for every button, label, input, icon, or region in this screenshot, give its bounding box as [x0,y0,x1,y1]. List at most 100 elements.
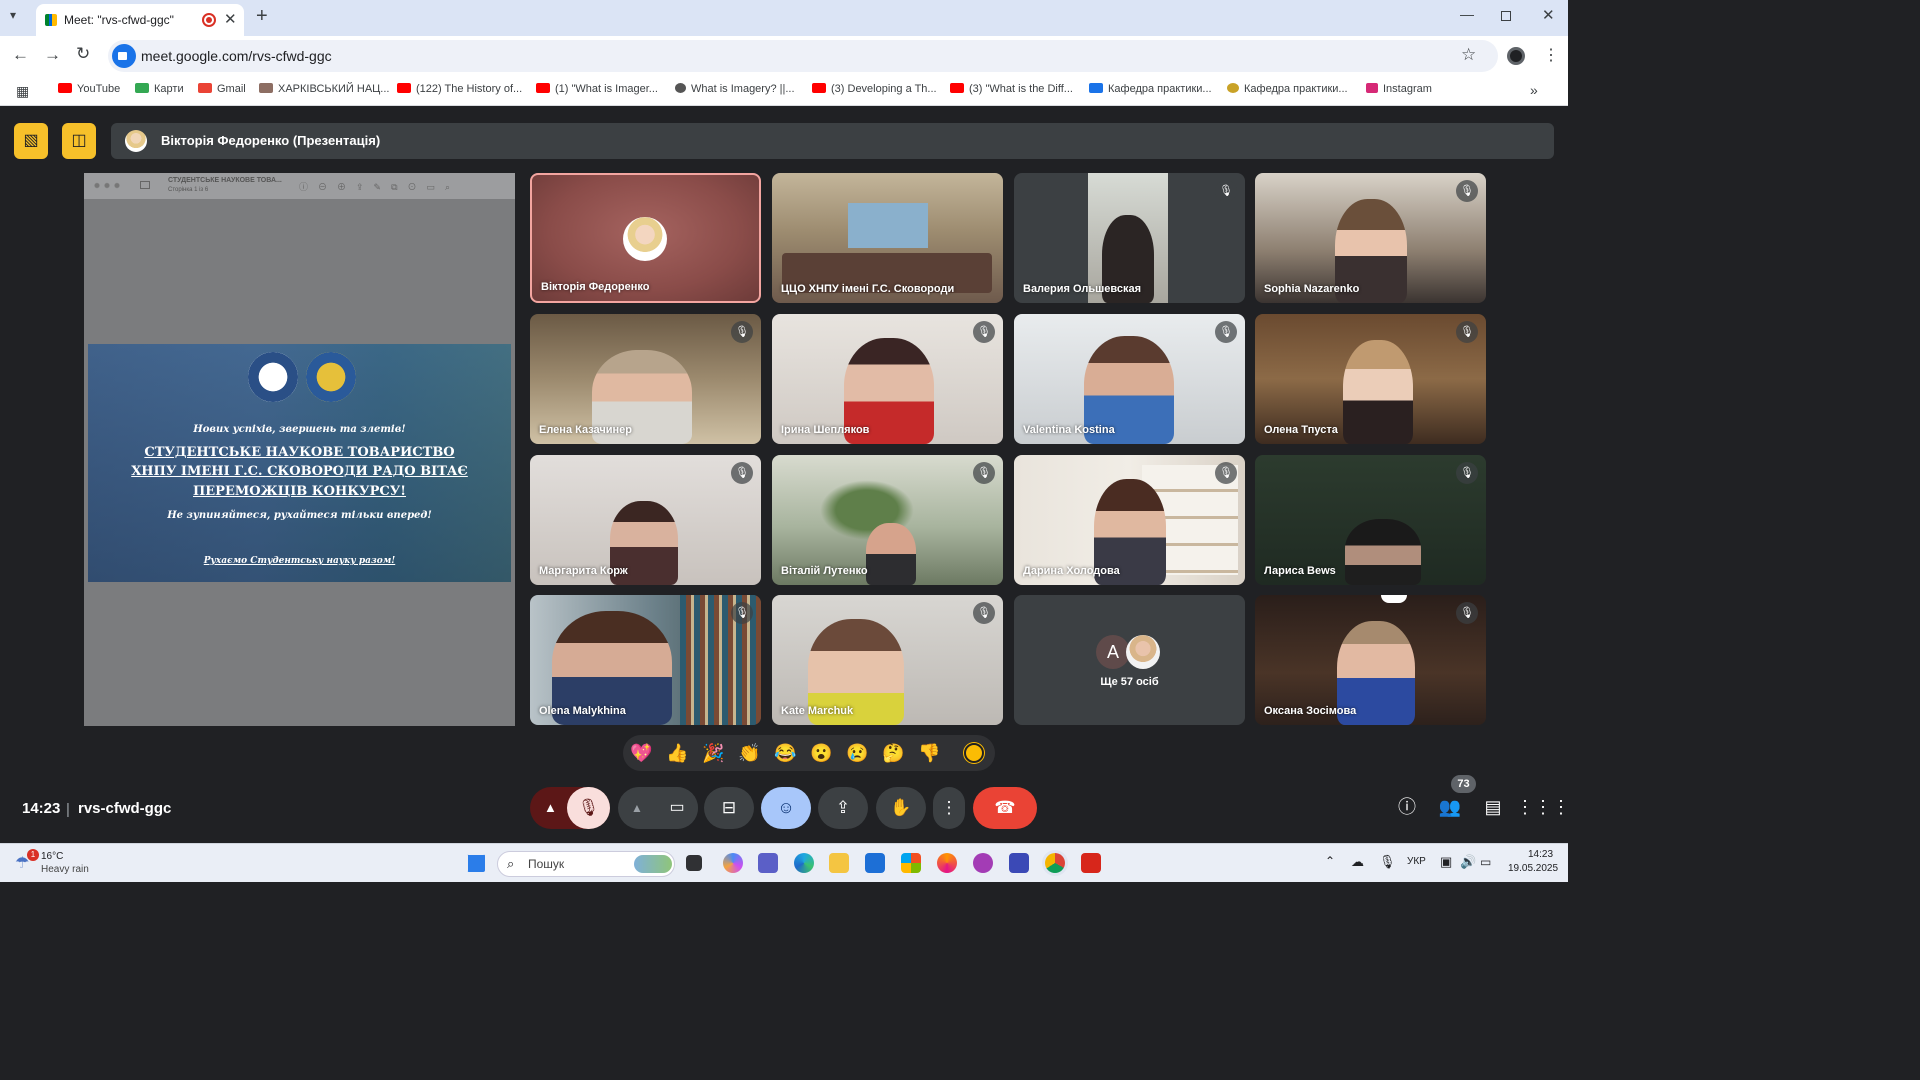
browser-menu-icon[interactable]: ⋮ [1543,45,1559,65]
bookmark-item[interactable]: (3) "What is the Diff... [950,83,1073,95]
participant-tile[interactable]: 🎙 Ірина Шепляков [772,314,1003,444]
reload-icon[interactable]: ↻ [76,44,90,64]
bookmark-star-icon[interactable]: ☆ [1461,45,1476,65]
hide-presentation-button[interactable]: ▧ [14,123,48,159]
participant-tile[interactable]: 🎙 Sophia Nazarenko [1255,173,1486,303]
raise-hand-button[interactable]: ✋ [876,787,926,829]
start-windows-icon[interactable] [467,854,485,872]
firefox-icon[interactable] [937,853,957,873]
mic-off-icon[interactable]: 🎙 [567,787,610,829]
reaction-thumbs-down[interactable]: 👎 [918,741,940,765]
apps-grid-icon[interactable]: ▦ [16,83,29,100]
edge-icon[interactable] [794,853,814,873]
bookmark-item[interactable]: Кафедра практики... [1089,83,1212,95]
bookmark-item[interactable]: (1) "What is Imager... [536,83,658,95]
close-tab-icon[interactable]: ✕ [224,10,237,28]
store-icon[interactable] [901,853,921,873]
bookmark-item[interactable]: Gmail [198,83,246,95]
participant-tile[interactable]: 🎙 Valentina Kostina [1014,314,1245,444]
bookmark-item[interactable]: (3) Developing a Th... [812,83,937,95]
participant-tile[interactable]: 🎙 Дарина Холодова [1014,455,1245,585]
file-explorer-icon[interactable] [829,853,849,873]
participant-tile[interactable]: ЦЦО ХНПУ імені Г.С. Сковороди [772,173,1003,303]
participant-tile[interactable]: 🎙 Віталій Лутенко [772,455,1003,585]
reaction-surprised[interactable]: 😮 [810,741,832,765]
teams-icon[interactable] [758,853,778,873]
messenger-icon[interactable] [973,853,993,873]
task-view-icon[interactable] [686,855,702,871]
participant-tile[interactable]: 🎙 Елена Казачинер [530,314,761,444]
reaction-sad[interactable]: 😢 [846,741,868,765]
more-bookmarks-icon[interactable]: » [1530,82,1538,98]
activities-button[interactable]: ⋮⋮⋮ [1516,787,1570,827]
onedrive-icon[interactable]: ☁ [1351,854,1364,870]
participant-tile[interactable]: 🎙 Лариса Bews [1255,455,1486,585]
search-icon: ⌕ [507,856,515,871]
captions-button[interactable]: ⊟ [704,787,754,829]
participant-tile[interactable]: 🎙 Маргарита Корж [530,455,761,585]
skin-tone-button[interactable] [964,743,984,763]
maximize-icon[interactable] [1501,11,1511,21]
bookmark-item[interactable]: Карти [135,83,184,95]
tab-list-chevron-icon[interactable]: ▾ [10,8,16,22]
copilot-icon[interactable] [723,853,743,873]
tray-mic-icon[interactable]: 🎙 [1379,854,1396,870]
save-icon[interactable] [1009,853,1029,873]
battery-icon[interactable]: ▭ [1480,855,1491,869]
reaction-thumbs-up[interactable]: 👍 [666,741,688,765]
audio-options-button[interactable]: ▲ 🎙 [530,787,610,829]
new-tab-icon[interactable]: + [256,5,268,28]
volume-icon[interactable]: 🔊 [1460,854,1476,870]
taskbar-date[interactable]: 19.05.2025 [1508,863,1558,874]
participant-tile[interactable]: 🎙 Kate Marchuk [772,595,1003,725]
slide-image: Нових успіхів, звершень та злетів! СТУДЕ… [88,344,511,582]
url-text[interactable]: meet.google.com/rvs-cfwd-ggc [141,48,332,64]
taskbar-search[interactable]: ⌕ Пошук [497,851,675,877]
reaction-thinking[interactable]: 🤔 [882,741,904,765]
camera-icon[interactable]: ▭ [656,787,698,829]
more-options-button[interactable]: ⋮ [933,787,965,829]
more-participants-tile[interactable]: A Ще 57 осіб [1014,595,1245,725]
reaction-heart[interactable]: 💖 [630,741,652,765]
site-info-icon[interactable] [112,44,136,68]
reaction-clap[interactable]: 👏 [738,741,760,765]
keyboard-language[interactable]: УКР [1407,856,1426,867]
profile-avatar[interactable] [1507,47,1525,65]
video-options-button[interactable]: ▲ ▭ [618,787,698,829]
reactions-button[interactable]: ☺ [761,787,811,829]
bookmark-item[interactable]: (122) The History of... [397,83,522,95]
mail-icon[interactable] [865,853,885,873]
acrobat-icon[interactable] [1081,853,1101,873]
participant-tile[interactable]: 🎙 Оксана Зосімова [1255,595,1486,725]
network-icon[interactable]: ▣ [1440,854,1452,870]
reaction-joy[interactable]: 😂 [774,741,796,765]
chrome-icon[interactable] [1045,853,1065,873]
present-button[interactable]: ⇪ [818,787,868,829]
participant-tile[interactable]: 🎙 Валерия Ольшевская [1014,173,1245,303]
forward-icon[interactable]: → [44,45,61,65]
participant-tile[interactable]: 🎙 Olena Malykhina [530,595,761,725]
site-icon [675,83,686,93]
chat-button[interactable]: ▤ [1473,787,1513,827]
layout-button[interactable]: ◫ [62,123,96,159]
department-icon [1089,83,1103,93]
bookmark-item[interactable]: ХАРКІВСЬКИЙ НАЦ... [259,83,389,95]
participant-tile-presenter[interactable]: Вікторія Федоренко [530,173,761,303]
bookmark-item[interactable]: What is Imagery? ||... [675,83,795,95]
bookmark-item[interactable]: Кафедра практики... [1227,83,1348,95]
browser-tab-meet[interactable]: Meet: "rvs-cfwd-ggc" ✕ [36,4,244,36]
weather-widget[interactable]: ☂ 1 16°C Heavy rain [12,848,122,878]
bookmark-item[interactable]: YouTube [58,83,120,95]
people-button[interactable]: 👥 [1430,787,1470,827]
address-bar[interactable]: meet.google.com/rvs-cfwd-ggc ☆ [108,40,1498,72]
reaction-party[interactable]: 🎉 [702,741,724,765]
bookmark-item[interactable]: Instagram [1366,83,1432,95]
tray-chevron-icon[interactable]: ⌃ [1325,854,1335,868]
close-window-icon[interactable]: ✕ [1542,6,1555,24]
participant-tile[interactable]: 🎙 Олена Тпуста [1255,314,1486,444]
back-icon[interactable]: ← [12,45,29,65]
taskbar-time[interactable]: 14:23 [1528,849,1553,860]
leave-call-button[interactable]: ☎ [973,787,1037,829]
meeting-details-button[interactable]: ⓘ [1387,787,1427,827]
minimize-icon[interactable]: — [1460,6,1474,22]
